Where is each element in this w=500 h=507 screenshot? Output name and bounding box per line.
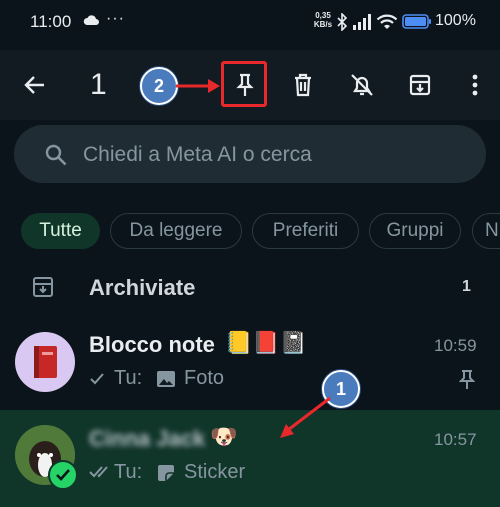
more-notifications-icon: ··· bbox=[106, 10, 125, 27]
filter-chip-partial[interactable]: N bbox=[472, 213, 500, 249]
double-check-icon bbox=[89, 466, 108, 478]
cloud-icon bbox=[83, 15, 99, 25]
filter-chip-gruppi[interactable]: Gruppi bbox=[369, 213, 461, 249]
battery-icon bbox=[402, 14, 431, 29]
annotation-arrow-2 bbox=[176, 79, 220, 93]
filter-chip-tutte[interactable]: Tutte bbox=[21, 213, 100, 249]
photo-icon bbox=[157, 371, 175, 387]
chat-name-blurred: Cinna Jack bbox=[89, 426, 206, 451]
signal-icon bbox=[353, 14, 371, 30]
search-icon bbox=[45, 144, 67, 166]
annotation-highlight-pin bbox=[221, 61, 267, 107]
annotation-arrow-1 bbox=[280, 396, 331, 438]
check-icon bbox=[56, 469, 70, 481]
archive-box-icon bbox=[33, 277, 53, 297]
archive-icon[interactable] bbox=[407, 72, 433, 98]
filter-chip-preferiti[interactable]: Preferiti bbox=[252, 213, 359, 249]
chat-preview-text: Sticker bbox=[184, 461, 246, 483]
chat-row-blocco-note[interactable]: Blocco note 📒📕📓 10:59 Tu: Foto bbox=[0, 318, 500, 410]
archived-count: 1 bbox=[462, 278, 471, 295]
chat-preview-prefix: Tu: bbox=[114, 461, 143, 483]
archived-row[interactable]: Archiviate 1 bbox=[0, 263, 500, 313]
notebook-avatar-icon bbox=[34, 346, 57, 378]
avatar bbox=[15, 332, 75, 392]
filter-chip-da-leggere[interactable]: Da leggere bbox=[110, 213, 242, 249]
chat-time: 10:57 bbox=[434, 430, 477, 449]
delete-icon[interactable] bbox=[290, 72, 316, 98]
selected-check-badge bbox=[48, 460, 78, 490]
status-bar: 11:00 ··· 0,35 KB/s 100% bbox=[0, 0, 500, 50]
search-bar[interactable]: Chiedi a Meta AI o cerca bbox=[14, 125, 486, 183]
overflow-menu-icon[interactable] bbox=[462, 72, 488, 98]
chat-time: 10:59 bbox=[434, 336, 477, 355]
battery-percent: 100% bbox=[435, 12, 476, 29]
search-placeholder: Chiedi a Meta AI o cerca bbox=[83, 143, 312, 166]
single-check-icon bbox=[90, 373, 104, 385]
bluetooth-icon bbox=[337, 13, 348, 31]
annotation-badge-2: 2 bbox=[140, 67, 178, 105]
network-speed: 0,35 KB/s bbox=[313, 11, 333, 29]
selected-count: 1 bbox=[90, 68, 107, 101]
mute-notifications-icon[interactable] bbox=[349, 72, 375, 98]
chat-name-emoji: 📒📕📓 bbox=[225, 330, 308, 355]
back-arrow-icon[interactable] bbox=[22, 72, 48, 98]
chat-preview-text: Foto bbox=[184, 367, 225, 389]
wifi-icon bbox=[376, 14, 398, 29]
status-time: 11:00 bbox=[30, 12, 72, 31]
sticker-icon bbox=[158, 465, 174, 481]
archived-label: Archiviate bbox=[89, 275, 196, 300]
chat-row-selected[interactable]: Cinna Jack 🐶 10:57 Tu: Sticker bbox=[0, 410, 500, 507]
pinned-icon bbox=[459, 370, 475, 389]
chat-name: Blocco note bbox=[89, 332, 215, 357]
chat-preview-prefix: Tu: bbox=[114, 367, 143, 389]
chat-name-emoji: 🐶 bbox=[210, 424, 238, 449]
